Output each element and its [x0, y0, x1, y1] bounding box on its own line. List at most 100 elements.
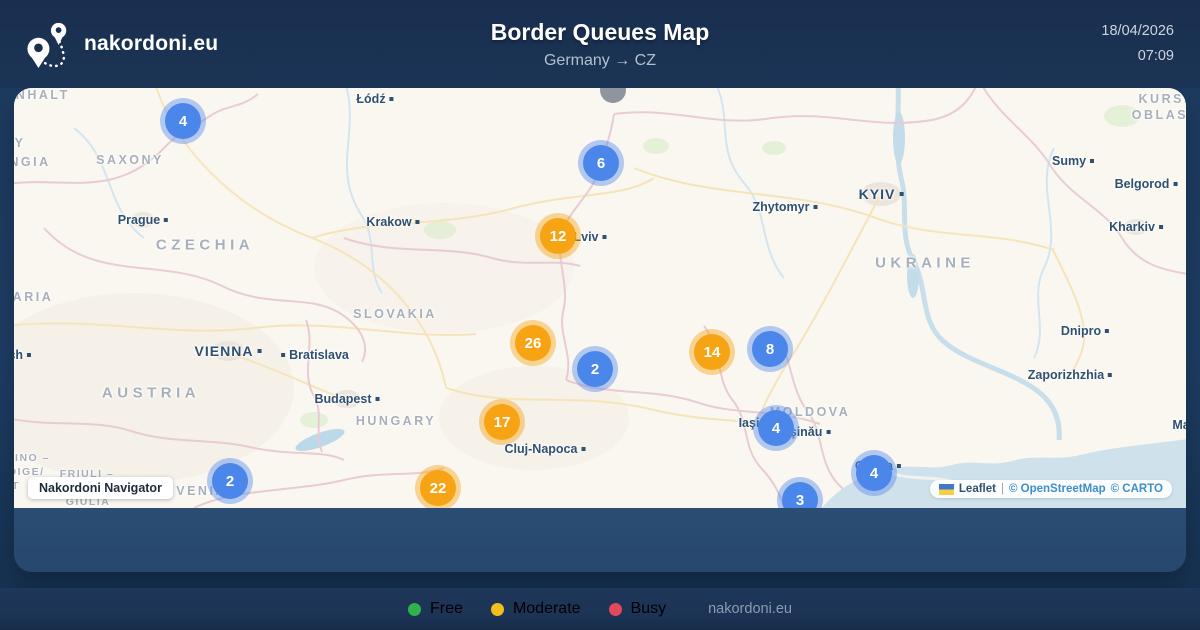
legend-item: Free	[408, 600, 463, 618]
logo: nakordoni.eu	[26, 20, 218, 68]
city-dot	[1173, 182, 1178, 186]
footer-site-label: nakordoni.eu	[708, 601, 792, 617]
cluster-marker[interactable]: 26	[515, 325, 551, 361]
city-name: Łódź	[356, 92, 386, 106]
legend-item: Moderate	[490, 600, 581, 618]
region-label: NGIA	[14, 155, 51, 169]
city-name: Krakow	[366, 215, 412, 229]
city-label: KYIV	[859, 186, 904, 202]
cluster-marker[interactable]: 8	[752, 331, 788, 367]
city-name: Cluj-Napoca	[504, 442, 578, 456]
city-label: Prague	[118, 213, 169, 227]
legend-label: Moderate	[512, 600, 581, 617]
city-label: Kharkiv	[1109, 220, 1163, 234]
city-label: ich	[14, 348, 32, 362]
city-name: ich	[14, 348, 24, 362]
logo-pins-icon	[26, 20, 72, 68]
city-label: Belgorod	[1115, 177, 1178, 191]
city-name: Ma	[1172, 418, 1186, 432]
city-label: Łódź	[356, 92, 394, 106]
map-viewport[interactable]: ANHALT Y NGIA SAXONY CZECHIA SLOVAKIA AUSTRIA H…	[14, 88, 1186, 508]
legend-dot	[608, 602, 622, 616]
marker-count: 4	[178, 112, 188, 130]
header: nakordoni.eu Border Queues Map Germany →…	[0, 0, 1200, 88]
legend-label: Free	[430, 600, 463, 617]
ukraine-flag-icon	[938, 483, 954, 495]
legend: Free Moderate Busy	[408, 600, 666, 618]
city-label: Budapest	[315, 392, 380, 406]
cluster-marker[interactable]: 4	[856, 455, 892, 491]
city-dot	[257, 349, 262, 353]
route-subtitle: Germany → CZ	[543, 51, 656, 69]
region-label: Y	[14, 136, 26, 150]
cluster-marker[interactable]: 4	[165, 103, 201, 139]
city-name: KYIV	[858, 186, 896, 202]
cluster-marker[interactable]: 4	[758, 410, 794, 446]
datetime: 18/04/2026 07:09	[1101, 19, 1174, 70]
footer: Free Moderate Busy nakordoni.eu	[0, 588, 1200, 630]
legend-label: Busy	[630, 600, 667, 617]
region-label: OBLAST	[1131, 108, 1186, 122]
marker-count: 14	[703, 343, 721, 361]
marker-count: 2	[225, 472, 235, 490]
cluster-marker[interactable]: 2	[577, 351, 613, 387]
openstreetmap-link[interactable]: © OpenStreetMap	[1009, 483, 1106, 495]
city-name: Dnipro	[1060, 324, 1102, 338]
city-dot	[281, 353, 286, 357]
cluster-marker[interactable]: 17	[484, 404, 520, 440]
region-label: SLOVAKIA	[353, 307, 437, 321]
region-label: HUNGARY	[355, 414, 437, 428]
region-label: NTINO –	[14, 452, 50, 464]
marker-count: 12	[549, 227, 567, 245]
city-name: Belgorod	[1114, 177, 1170, 191]
carto-link[interactable]: © CARTO	[1111, 483, 1163, 495]
cluster-marker[interactable]: 12	[540, 218, 576, 254]
marker-count: 4	[869, 464, 879, 482]
cluster-marker[interactable]: 6	[583, 145, 619, 181]
city-name: Lviv	[573, 230, 599, 244]
cluster-marker[interactable]: 22	[420, 470, 456, 506]
marker-count: 2	[590, 360, 600, 378]
region-label: VARIA	[14, 290, 54, 304]
logo-text: nakordoni.eu	[84, 32, 219, 55]
city-dot	[27, 353, 32, 357]
city-dot	[899, 192, 904, 196]
region-label: ANHALT	[14, 88, 70, 102]
date-label: 18/04/2026	[1101, 22, 1174, 39]
region-label: KURSK	[1138, 92, 1186, 106]
marker-count: 4	[771, 419, 781, 437]
marker-count: 8	[765, 340, 775, 358]
leaflet-link[interactable]: Leaflet	[959, 483, 996, 495]
city-dot	[415, 220, 420, 224]
city-label: Ma	[1172, 418, 1186, 432]
city-label: Dnipro	[1060, 324, 1110, 338]
legend-item: Busy	[608, 600, 667, 618]
region-label: CZECHIA	[155, 236, 255, 254]
city-name: Zhytomyr	[752, 200, 810, 214]
map-underpanel	[14, 508, 1186, 572]
marker-count: 26	[524, 334, 542, 352]
city-label: Krakow	[366, 215, 420, 229]
city-label: Cluj-Napoca	[505, 442, 586, 456]
page-title: Border Queues Map	[490, 18, 710, 45]
city-dot	[602, 235, 607, 239]
legend-dot	[490, 602, 504, 616]
navigator-badge: Nakordoni Navigator	[28, 477, 173, 499]
city-name: VIENNA	[194, 343, 254, 359]
region-label: T	[14, 480, 20, 492]
city-dot	[1108, 373, 1113, 377]
time-label: 07:09	[1137, 48, 1174, 64]
city-label: Zhytomyr	[753, 200, 818, 214]
cluster-marker[interactable]: 2	[212, 463, 248, 499]
city-dot	[813, 205, 818, 209]
region-label: UKRAINE	[875, 254, 975, 272]
city-name: Iaşi	[738, 416, 760, 430]
marker-count: 6	[596, 154, 606, 172]
cluster-marker[interactable]: 14	[694, 334, 730, 370]
city-dot	[1158, 225, 1163, 229]
city-label: Lviv	[573, 230, 607, 244]
marker-count: 3	[795, 491, 805, 509]
city-name: Zaporizhzhia	[1027, 368, 1105, 382]
marker-count: 17	[493, 413, 511, 431]
city-name: Sumy	[1051, 154, 1087, 168]
